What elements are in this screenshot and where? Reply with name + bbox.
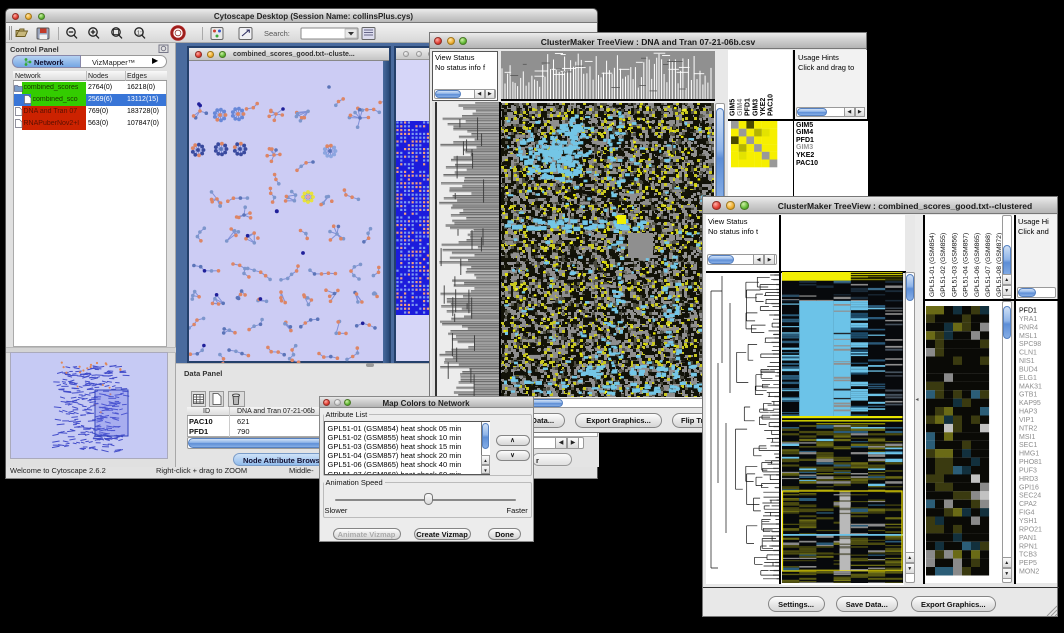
svg-text:BUD4: BUD4 bbox=[1019, 366, 1038, 373]
svg-text:PUF3: PUF3 bbox=[1019, 467, 1037, 474]
svg-text:RPO21: RPO21 bbox=[1019, 526, 1042, 533]
svg-text:1:1: 1:1 bbox=[137, 31, 144, 37]
svg-text:YSH1: YSH1 bbox=[1019, 518, 1037, 525]
svg-text:GPL51-07 (GSM868): GPL51-07 (GSM868) bbox=[985, 232, 992, 296]
svg-text:CPA2: CPA2 bbox=[1019, 501, 1037, 508]
svg-text:GPL51-06 (GSM865): GPL51-06 (GSM865) bbox=[973, 232, 980, 296]
svg-text:VIP1: VIP1 bbox=[1019, 417, 1034, 424]
svg-text:ELG1: ELG1 bbox=[1019, 375, 1037, 382]
svg-text:GPL51-04 (GSM857): GPL51-04 (GSM857) bbox=[962, 232, 969, 296]
svg-text:RPN1: RPN1 bbox=[1019, 543, 1038, 550]
svg-text:GPL51-01 (GSM854): GPL51-01 (GSM854) bbox=[929, 232, 936, 296]
svg-text:FIG4: FIG4 bbox=[1019, 509, 1035, 516]
svg-text:TCB3: TCB3 bbox=[1019, 551, 1037, 558]
svg-text:SEC1: SEC1 bbox=[1019, 442, 1037, 449]
svg-text:RNR4: RNR4 bbox=[1019, 324, 1038, 331]
svg-text:KAP95: KAP95 bbox=[1019, 400, 1041, 407]
svg-text:YKE2: YKE2 bbox=[760, 98, 767, 116]
svg-text:GTB1: GTB1 bbox=[1019, 391, 1037, 398]
svg-text:MSI1: MSI1 bbox=[1019, 433, 1035, 440]
svg-text:HMG1: HMG1 bbox=[1019, 450, 1039, 457]
svg-text:GPI16: GPI16 bbox=[1019, 484, 1039, 491]
svg-text:YRA1: YRA1 bbox=[1019, 316, 1037, 323]
svg-text:PHO81: PHO81 bbox=[1019, 459, 1042, 466]
svg-text:NIS1: NIS1 bbox=[1019, 358, 1035, 365]
svg-text:HRD3: HRD3 bbox=[1019, 476, 1038, 483]
svg-text:CLN1: CLN1 bbox=[1019, 349, 1037, 356]
svg-text:PAN1: PAN1 bbox=[1019, 534, 1037, 541]
svg-text:PFD1: PFD1 bbox=[1019, 307, 1037, 314]
svg-text:GIM5: GIM5 bbox=[730, 99, 737, 116]
svg-text:PEP5: PEP5 bbox=[1019, 560, 1037, 567]
svg-text:MON2: MON2 bbox=[1019, 568, 1039, 575]
svg-text:GPL51-02 (GSM855): GPL51-02 (GSM855) bbox=[940, 232, 947, 296]
svg-text:MAK31: MAK31 bbox=[1019, 383, 1042, 390]
svg-text:SEC24: SEC24 bbox=[1019, 492, 1041, 499]
svg-text:SPC98: SPC98 bbox=[1019, 341, 1041, 348]
svg-text:MSL1: MSL1 bbox=[1019, 332, 1037, 339]
svg-text:Search:: Search: bbox=[264, 29, 290, 38]
svg-text:HAP3: HAP3 bbox=[1019, 408, 1037, 415]
svg-text:GIM4: GIM4 bbox=[737, 99, 744, 116]
svg-text:NTR2: NTR2 bbox=[1019, 425, 1037, 432]
svg-text:PFD1: PFD1 bbox=[745, 98, 752, 116]
svg-text:PAC10: PAC10 bbox=[768, 94, 775, 116]
svg-text:GPL51-03 (GSM856): GPL51-03 (GSM856) bbox=[951, 232, 958, 296]
svg-text:GIM3: GIM3 bbox=[752, 99, 759, 116]
